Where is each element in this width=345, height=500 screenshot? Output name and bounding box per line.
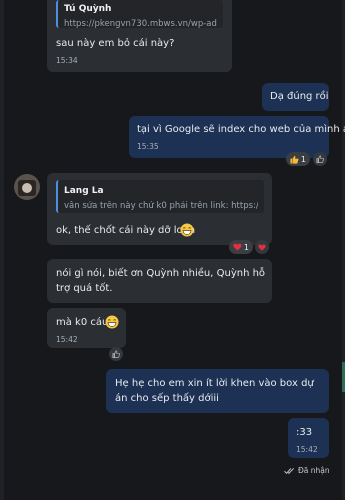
- grin-emoji-icon: [105, 315, 119, 329]
- message-time: 15:42: [56, 335, 78, 344]
- message-text: Dạ đúng rồi: [270, 91, 329, 102]
- message-bubble[interactable]: :33 15:42: [288, 418, 329, 458]
- grin-emoji-icon: [180, 223, 194, 237]
- message-time: 15:34: [56, 56, 78, 65]
- like-icon: [290, 155, 299, 164]
- reaction-badge[interactable]: 1: [229, 240, 253, 254]
- avatar[interactable]: [14, 174, 40, 200]
- message-bubble[interactable]: nói gì nói, biết ơn Quỳnh nhiều, Quỳnh h…: [47, 259, 272, 303]
- message-text: ok, thế chốt cái này dỡ loạn: [56, 225, 196, 236]
- add-reaction-button[interactable]: [255, 240, 269, 254]
- message-bubble[interactable]: mà k0 cáu 15:42: [47, 308, 126, 348]
- reply-quote[interactable]: Tú Quỳnh https://pkengvn730.mbws.vn/wp-a…: [56, 0, 223, 29]
- reaction-badge[interactable]: 1: [286, 152, 310, 166]
- reply-quote[interactable]: Lang La vẫn sửa trên này chứ k0 phải trê…: [56, 180, 264, 213]
- status-text: Đã nhận: [298, 466, 330, 475]
- message-bubble[interactable]: Hẹ hẹ cho em xin ít lời khen vào box dự …: [106, 369, 329, 413]
- quote-text: https://pkengvn730.mbws.vn/wp-admin: [64, 19, 217, 29]
- delivery-status: Đã nhận: [284, 466, 330, 475]
- message-text: sau này em bỏ cái này?: [56, 38, 175, 49]
- message-time: 15:35: [137, 142, 159, 151]
- message-time: 15:42: [296, 445, 318, 454]
- add-reaction-button[interactable]: [109, 347, 123, 361]
- left-panel-edge: [0, 0, 4, 500]
- message-bubble[interactable]: Tú Quỳnh https://pkengvn730.mbws.vn/wp-a…: [47, 0, 232, 72]
- quote-text: vẫn sửa trên này chứ k0 phải trên link: …: [64, 201, 258, 211]
- heart-icon: [233, 243, 242, 251]
- like-icon: [316, 155, 324, 163]
- like-icon: [112, 350, 120, 358]
- quote-author: Lang La: [64, 186, 104, 196]
- reaction-count: 1: [300, 154, 306, 164]
- quote-author: Tú Quỳnh: [64, 4, 112, 14]
- message-text: tại vì Google sẽ index cho web của mình …: [137, 124, 345, 135]
- double-check-icon: [284, 467, 294, 474]
- message-text: mà k0 cáu: [56, 317, 109, 328]
- message-text: Hẹ hẹ cho em xin ít lời khen vào box dự …: [115, 378, 314, 404]
- message-text: :33: [296, 427, 313, 438]
- message-text: nói gì nói, biết ơn Quỳnh nhiều, Quỳnh h…: [56, 268, 266, 294]
- message-bubble[interactable]: Dạ đúng rồi: [262, 83, 329, 111]
- heart-icon: [258, 244, 266, 251]
- reaction-count: 1: [243, 242, 249, 252]
- message-bubble[interactable]: Lang La vẫn sửa trên này chứ k0 phải trê…: [47, 173, 272, 245]
- add-reaction-button[interactable]: [313, 152, 327, 166]
